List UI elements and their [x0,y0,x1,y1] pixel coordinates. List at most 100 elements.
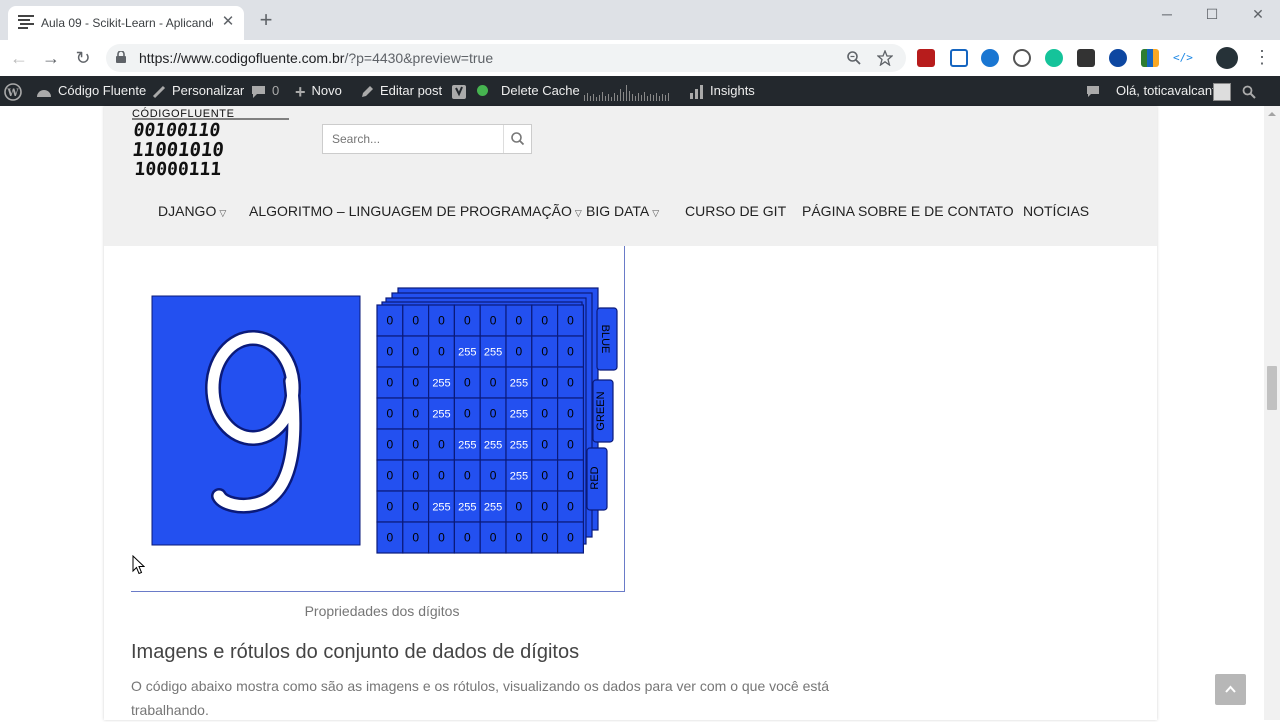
menu-item-contato[interactable]: PÁGINA SOBRE E DE CONTATO [802,203,1014,219]
comments-link[interactable]: 0 [251,76,279,106]
chart-icon[interactable] [1141,49,1159,67]
pixel-value: 255 [458,440,476,452]
pixel-value: 0 [464,314,471,328]
pixel-value: 0 [387,469,394,483]
pixel-value: 0 [567,345,574,359]
pixel-value: 255 [432,378,450,390]
pixel-value: 0 [541,438,548,452]
tab-strip: Aula 09 - Scikit-Learn - Aplicando ✕ + ─… [0,0,1280,40]
red-channel-label: RED [589,466,601,489]
chevron-up-icon [1225,685,1236,693]
pixel-value: 0 [567,407,574,421]
pixel-value: 255 [510,440,528,452]
delete-cache-button[interactable]: Delete Cache [501,76,580,106]
logo-bits-1: 00100110 [132,120,222,141]
menu-item-noticias[interactable]: NOTÍCIAS [1023,203,1089,219]
user-avatar[interactable] [1213,83,1231,101]
admin-site-link[interactable]: Código Fluente [36,76,146,106]
pixel-value: 0 [490,531,497,545]
notifications-icon[interactable] [1086,76,1100,106]
pixel-value: 0 [541,531,548,545]
article-figure: BLUE GREEN RED 0 0 0 0 0 0 0 0 0 0 0 255 255 0 0 0 0 0 255… [131,246,625,592]
pixel-value: 0 [412,500,419,514]
pdf-icon[interactable] [917,49,935,67]
pixel-value: 0 [541,314,548,328]
search-input[interactable] [323,125,493,153]
wp-logo-icon[interactable]: W [4,76,22,106]
site-favicon-icon [18,15,34,29]
bookmark-star-icon[interactable] [877,50,893,66]
menu-dots-icon[interactable]: ⋮ [1253,46,1271,68]
customize-label: Personalizar [172,83,245,98]
lock-icon [116,51,126,63]
back-arrow-icon[interactable]: ← [7,46,31,70]
forward-arrow-icon[interactable]: → [39,46,63,70]
scroll-up-arrow-icon[interactable] [1264,106,1280,122]
at-icon[interactable] [981,49,999,67]
pixel-value: 0 [387,438,394,452]
pixel-value: 0 [438,345,445,359]
comments-count: 0 [272,83,280,98]
pixel-value: 0 [412,345,419,359]
user-greeting[interactable]: Olá, toticavalcanti [1116,76,1219,106]
pixel-value: 0 [516,345,523,359]
scrollbar-thumb[interactable] [1267,366,1277,410]
new-content-link[interactable]: + Novo [295,76,342,106]
search-button[interactable] [503,125,532,153]
insights-link[interactable]: Insights [690,76,755,106]
globe-icon[interactable] [1109,49,1127,67]
m-icon[interactable] [1077,49,1095,67]
pixel-value: 0 [387,500,394,514]
pixel-value: 0 [412,531,419,545]
bookmark-icon[interactable] [950,49,968,67]
page-scrollbar[interactable] [1264,106,1280,720]
pixel-value: 0 [387,345,394,359]
admin-search-icon[interactable] [1242,76,1256,106]
site-search [322,124,532,154]
reload-icon[interactable]: ↻ [71,46,95,70]
wordpress-icon[interactable] [1013,49,1031,67]
green-channel-label: GREEN [595,391,607,430]
menu-label: PÁGINA SOBRE E DE CONTATO [802,203,1014,219]
pixel-value: 255 [458,502,476,514]
section-paragraph: O código abaixo mostra como são as image… [131,678,830,718]
pixel-value: 0 [438,469,445,483]
menu-item-algoritmo[interactable]: ALGORITMO – LINGUAGEM DE PROGRAMAÇÃO ▽ [249,203,582,219]
pixel-value: 0 [412,376,419,390]
pixel-value: 255 [510,409,528,421]
grammarly-icon[interactable] [1045,49,1063,67]
tab-close-icon[interactable]: ✕ [219,13,237,31]
pixel-value: 0 [567,314,574,328]
profile-icon[interactable] [1216,47,1238,69]
menu-item-big-data[interactable]: BIG DATA ▽ [586,203,659,219]
pixel-value: 0 [412,407,419,421]
pixel-value: 255 [432,409,450,421]
address-bar[interactable]: https://www.codigofluente.com.br/?p=4430… [106,44,906,72]
maximize-button[interactable]: ☐ [1197,4,1227,24]
new-tab-button[interactable]: + [256,9,276,31]
edit-post-link[interactable]: Editar post [360,76,442,106]
menu-item-django[interactable]: DJANGO ▽ [158,203,226,219]
pixel-value: 0 [567,469,574,483]
back-to-top-button[interactable] [1215,674,1246,705]
pixel-value: 0 [516,500,523,514]
bar-chart-icon [690,84,703,99]
customize-link[interactable]: Personalizar [152,76,244,106]
close-window-button[interactable]: ✕ [1243,4,1273,24]
pixel-value: 0 [490,376,497,390]
section-heading: Imagens e rótulos do conjunto de dados d… [131,641,580,663]
svg-text:W: W [6,88,19,99]
zoom-icon[interactable] [846,50,862,66]
mouse-cursor-icon [132,555,145,575]
menu-item-curso-git[interactable]: CURSO DE GIT [685,203,786,219]
chevron-down-icon: ▽ [219,208,227,218]
pixel-value: 0 [490,469,497,483]
code-icon[interactable]: </> [1173,51,1193,64]
brush-icon [152,85,166,98]
yoast-icon[interactable] [452,76,466,106]
url-host: https://www.codigofluente.com.br [139,50,345,66]
minimize-button[interactable]: ─ [1152,4,1182,24]
browser-tab[interactable]: Aula 09 - Scikit-Learn - Aplicando ✕ [8,6,244,40]
site-name: Código Fluente [58,83,147,98]
site-logo[interactable]: CÓDIGOFLUENTE 00100110 11001010 10000111 [131,106,291,182]
